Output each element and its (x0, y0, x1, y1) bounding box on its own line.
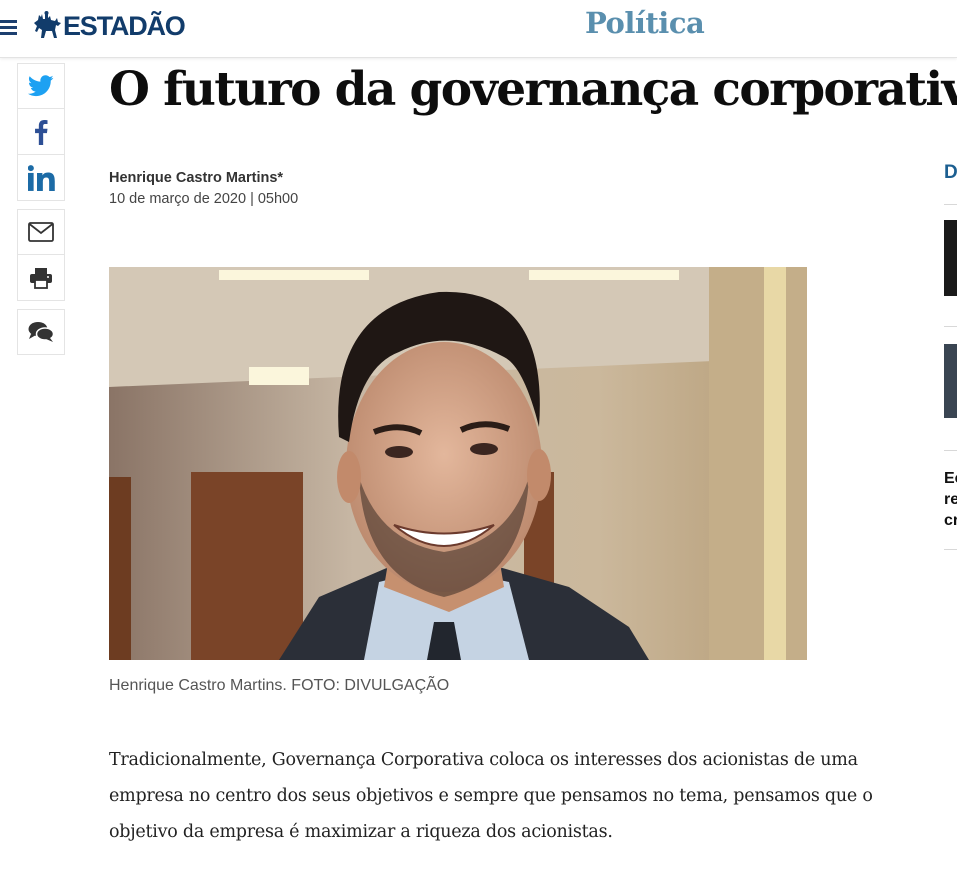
share-linkedin-button[interactable] (17, 155, 65, 201)
section-title[interactable]: Política (585, 6, 705, 40)
article-date: 10 de março de 2020 | 05h00 (109, 191, 299, 207)
rail-divider (944, 450, 957, 451)
rail-thumbnail[interactable] (944, 220, 957, 296)
share-email-button[interactable] (17, 209, 65, 255)
share-facebook-button[interactable] (17, 109, 65, 155)
comments-button[interactable] (17, 309, 65, 355)
hamburger-menu-icon[interactable] (0, 17, 18, 37)
facebook-icon (35, 119, 48, 145)
rail-divider (944, 549, 957, 550)
article-photo (109, 267, 807, 660)
logo-text: ESTADÃO (63, 11, 186, 41)
site-header: ESTADÃO Política (0, 0, 957, 58)
estadao-logo[interactable]: ESTADÃO (31, 11, 186, 41)
photo-caption: Henrique Castro Martins. FOTO: DIVULGAÇÃ… (109, 677, 450, 694)
mail-icon (28, 222, 54, 242)
horse-rider-logo-icon (34, 11, 61, 38)
linkedin-icon (27, 164, 55, 191)
rail-divider (944, 326, 957, 327)
share-bar (17, 63, 65, 355)
paragraph-line: objetivo da empresa é maximizar a riquez… (109, 822, 613, 842)
article-headline: O futuro da governança corporativa (109, 62, 957, 117)
article-paragraph: Tradicionalmente, Governança Corporativa… (109, 742, 909, 850)
print-icon (30, 267, 52, 289)
rail-story-title[interactable]: Ec re cr (944, 468, 957, 531)
rail-text-line: cr (944, 512, 957, 529)
comments-icon (28, 322, 54, 342)
rail-text-line: re (944, 491, 957, 508)
paragraph-line: Tradicionalmente, Governança Corporativa… (109, 750, 858, 770)
rail-text-line: Ec (944, 470, 957, 487)
twitter-icon (28, 75, 54, 97)
rail-divider (944, 204, 957, 205)
paragraph-line: empresa no centro dos seus objetivos e s… (109, 786, 873, 806)
rail-thumbnail[interactable] (944, 344, 957, 418)
print-button[interactable] (17, 255, 65, 301)
share-twitter-button[interactable] (17, 63, 65, 109)
article-author[interactable]: Henrique Castro Martins* (109, 170, 283, 186)
rail-heading[interactable]: D (944, 162, 957, 184)
